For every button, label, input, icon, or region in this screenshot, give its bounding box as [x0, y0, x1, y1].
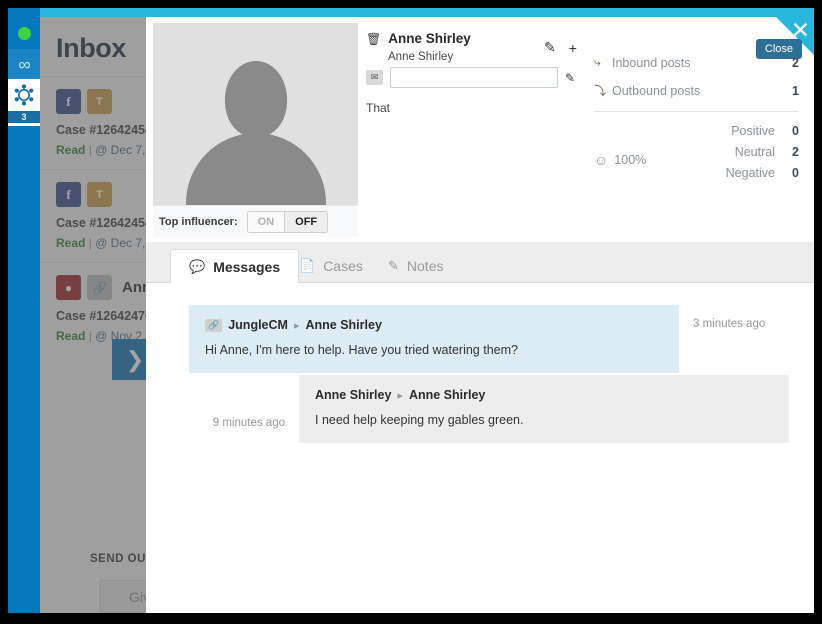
avatar [153, 23, 358, 205]
stat-label: Inbound posts [612, 55, 691, 70]
sentiment-label: Negative [725, 166, 775, 180]
modal-header-section: Top influencer: ON OFF 🗑 Anne Shirley An… [146, 17, 814, 237]
cases-document-icon: 📄 [299, 258, 316, 273]
sentiment-label: Positive [731, 124, 775, 138]
divider [594, 111, 799, 112]
tab-label: Notes [406, 258, 444, 274]
neutral-face-icon: ☺ [594, 152, 609, 168]
message-body: Hi Anne, I'm here to help. Have you trie… [205, 343, 518, 357]
message-bubble[interactable]: 🔗 JungleCM ▸ Anne Shirley Hi Anne, I'm h… [189, 305, 679, 373]
message-bubble[interactable]: Anne Shirley ▸ Anne Shirley I need help … [299, 375, 789, 443]
link-icon: 🔗 [205, 318, 223, 332]
sentiment-score: ☺ 100% [594, 152, 646, 168]
message-to: Anne Shirley [408, 388, 486, 402]
stat-row-outbound: ⤵ Outbound posts 1 [594, 82, 799, 99]
message-row-outbound: 9 minutes ago Anne Shirley ▸ Anne Shirle… [189, 375, 789, 443]
sentiment-row-negative: Negative 0 [594, 166, 799, 180]
contact-detail-modal: ✕ Close Top influencer: ON OFF 🗑 Anne Sh… [146, 17, 814, 613]
chat-bubble-icon: 💬 [189, 258, 206, 274]
top-influencer-label: Top influencer: [159, 215, 238, 228]
sentiment-label: Neutral [734, 145, 775, 159]
rail-badge-count: 3 [8, 111, 40, 123]
pencil-icon[interactable]: ✎ [544, 39, 556, 56]
envelope-icon: ✉ [366, 70, 383, 85]
contact-action-icons: ✎ + [544, 39, 577, 56]
infinity-icon: ∞ [18, 54, 30, 74]
flower-gear-icon[interactable] [8, 79, 40, 111]
meta-separator: | [88, 143, 92, 157]
message-timestamp: 3 minutes ago [693, 318, 766, 330]
tab-cases[interactable]: 📄 Cases [281, 249, 381, 283]
message-from: Anne Shirley [315, 388, 392, 402]
twitter-icon: T [87, 182, 112, 207]
status-badge: Read [56, 143, 86, 157]
link-icon: 🔗 [87, 275, 112, 300]
email-row: ✉ ✎ [366, 67, 581, 88]
sentiment-panel: ☺ 100% Positive 0 Neutral 2 Negative 0 [594, 124, 799, 180]
toggle-on-option[interactable]: ON [247, 211, 285, 232]
stats-panel: ⤷ Inbound posts 2 ⤵ Outbound posts 1 ☺ 1… [594, 55, 799, 187]
tab-notes[interactable]: ✎ Notes [370, 249, 461, 283]
chevron-right-icon: ❯ [125, 346, 145, 372]
rail-active-underline [8, 123, 40, 126]
facebook-icon: f [56, 182, 81, 207]
left-icon-rail: ∞ 3 [8, 8, 40, 613]
avatar-body-shape [185, 133, 326, 205]
message-icon: ● [56, 275, 81, 300]
toggle-off-option[interactable]: OFF [284, 211, 328, 232]
messages-pane: 🔗 JungleCM ▸ Anne Shirley Hi Anne, I'm h… [146, 283, 814, 613]
message-row-inbound: 🔗 JungleCM ▸ Anne Shirley Hi Anne, I'm h… [189, 305, 769, 373]
tab-messages[interactable]: 💬 Messages [170, 249, 300, 284]
message-header: Anne Shirley ▸ Anne Shirley [315, 388, 773, 402]
pencil-icon: ✎ [388, 258, 399, 273]
sentiment-percent: 100% [614, 153, 647, 167]
stat-value: 2 [792, 55, 799, 70]
stat-value: 1 [792, 83, 799, 98]
rail-item-infinity[interactable]: ∞ [8, 49, 40, 79]
status-badge: Read [56, 236, 86, 250]
message-from: JungleCM [228, 318, 288, 332]
note-text: That [366, 101, 391, 115]
meta-separator: | [88, 329, 92, 343]
tab-label: Cases [323, 258, 363, 274]
email-field[interactable] [390, 67, 558, 88]
rail-item-active[interactable]: 3 [8, 79, 40, 126]
avatar-panel: Top influencer: ON OFF [153, 23, 358, 237]
sentiment-value: 0 [792, 166, 799, 180]
stat-label: Outbound posts [612, 83, 701, 98]
message-timestamp: 9 minutes ago [212, 417, 285, 429]
top-accent-bar [8, 8, 814, 17]
facebook-icon: f [56, 89, 81, 114]
message-body: I need help keeping my gables green. [315, 413, 524, 427]
arrow-right-icon: ▸ [397, 389, 403, 402]
person-placeholder-avatar [224, 61, 287, 137]
inbound-arrow-icon: ⤷ [594, 55, 601, 69]
outbound-arrow-icon: ⤵ [594, 84, 607, 98]
top-influencer-row: Top influencer: ON OFF [153, 205, 358, 237]
pencil-icon[interactable]: ✎ [565, 71, 575, 85]
trash-icon[interactable]: 🗑 [366, 32, 381, 46]
sentiment-row-positive: Positive 0 [594, 124, 799, 138]
stat-row-inbound: ⤷ Inbound posts 2 [594, 55, 799, 70]
message-header: 🔗 JungleCM ▸ Anne Shirley [205, 318, 663, 332]
plus-icon[interactable]: + [569, 40, 577, 56]
meta-separator: | [88, 236, 92, 250]
twitter-icon: T [87, 89, 112, 114]
tab-label: Messages [213, 258, 281, 275]
arrow-right-icon: ▸ [293, 319, 300, 332]
message-to: Anne Shirley [305, 318, 382, 332]
contact-name: Anne Shirley [388, 31, 471, 46]
status-indicator [8, 17, 40, 49]
sentiment-value: 2 [792, 145, 799, 159]
green-status-dot [17, 26, 31, 40]
tab-bar: 💬 Messages 📄 Cases ✎ Notes [146, 242, 814, 284]
top-influencer-toggle[interactable]: ON OFF [246, 210, 329, 233]
sentiment-value: 0 [792, 124, 799, 138]
app-frame: ∞ 3 Inbox f T Case #1264245438 Read | @ … [8, 8, 814, 613]
status-badge: Read [56, 329, 86, 343]
